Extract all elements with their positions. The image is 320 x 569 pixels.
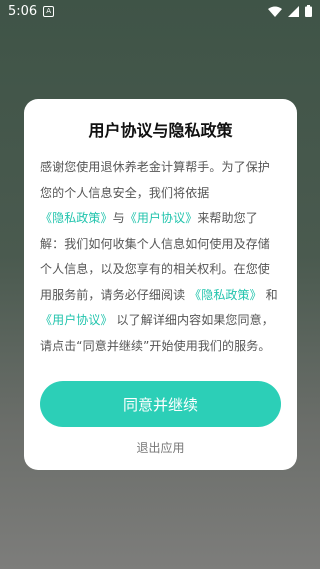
privacy-policy-link[interactable]: 《隐私政策》	[189, 288, 262, 302]
status-time: 5:06	[8, 3, 38, 19]
privacy-policy-link[interactable]: 《隐私政策》	[40, 211, 113, 225]
body-text: 感谢您使用退休养老金计算帮手。为了保护您的个人信息安全，我们将依据	[40, 160, 270, 200]
wifi-icon	[268, 6, 282, 17]
notification-icon: A	[43, 5, 55, 17]
status-right	[268, 5, 312, 17]
status-bar: 5:06 A	[0, 0, 320, 22]
body-text: 与	[112, 211, 125, 225]
status-left: 5:06 A	[8, 3, 55, 19]
user-agreement-link[interactable]: 《用户协议》	[125, 211, 198, 225]
body-text: 和	[261, 287, 278, 302]
exit-app-link[interactable]: 退出应用	[24, 439, 297, 456]
privacy-dialog: 用户协议与隐私政策 感谢您使用退休养老金计算帮手。为了保护您的个人信息安全，我们…	[24, 99, 297, 470]
agree-and-continue-button[interactable]: 同意并继续	[40, 381, 281, 427]
battery-icon	[305, 5, 312, 17]
dialog-body: 感谢您使用退休养老金计算帮手。为了保护您的个人信息安全，我们将依据《隐私政策》与…	[40, 155, 281, 359]
dialog-title: 用户协议与隐私政策	[88, 121, 233, 140]
signal-icon	[288, 5, 299, 17]
user-agreement-link[interactable]: 《用户协议》	[40, 313, 113, 327]
